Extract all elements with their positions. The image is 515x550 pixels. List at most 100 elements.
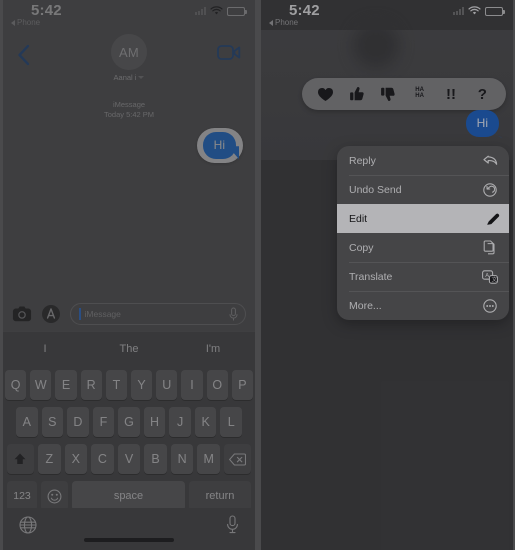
context-menu-label: Copy (349, 241, 374, 254)
exclamation-icon: !! (445, 85, 456, 103)
status-back-label: Phone (275, 18, 299, 27)
context-menu-label: More... (349, 299, 382, 312)
emoji-key[interactable] (41, 481, 68, 511)
key-i[interactable]: I (181, 370, 203, 400)
message-context-menu: Reply Undo Send Edit Copy Translate A 文 … (337, 146, 509, 320)
message-row: Hi (3, 120, 255, 164)
predictive-suggestion-1[interactable]: The (87, 343, 171, 355)
key-o[interactable]: O (206, 370, 228, 400)
key-k[interactable]: K (194, 407, 217, 437)
status-back-to-phone[interactable]: Phone (269, 18, 298, 27)
audio-waveform-icon[interactable] (229, 307, 238, 321)
status-indicators (453, 6, 505, 16)
tapback-exclamation[interactable]: !! (440, 83, 462, 105)
nav-bar-left: AM Aanal i (3, 30, 255, 94)
predictive-suggestion-2[interactable]: I'm (171, 343, 255, 355)
key-u[interactable]: U (156, 370, 178, 400)
microphone-icon[interactable] (226, 515, 239, 534)
keyboard-row-3: Z X C V B N M (5, 444, 253, 474)
status-bar-left: 5:42 Phone (3, 0, 255, 30)
context-menu-item-undo-send[interactable]: Undo Send (337, 175, 509, 204)
key-g[interactable]: G (118, 407, 140, 437)
key-n[interactable]: N (170, 444, 194, 474)
message-bubble[interactable]: Hi (465, 110, 503, 138)
key-p[interactable]: P (231, 370, 254, 400)
heart-icon (318, 87, 334, 101)
chevron-down-icon (138, 76, 145, 79)
tapback-haha[interactable]: HA HA (409, 83, 431, 105)
message-text: Hi (476, 116, 488, 130)
thread-meta: iMessage Today 5:42 PM (3, 100, 255, 120)
tapback-thumbs-up[interactable] (346, 83, 368, 105)
key-c[interactable]: C (91, 444, 114, 474)
app-store-icon[interactable] (41, 304, 61, 324)
shift-key[interactable] (6, 444, 34, 474)
thumbs-up-icon (350, 87, 364, 101)
pencil-icon (485, 211, 501, 227)
status-indicators (195, 6, 247, 16)
delete-key[interactable] (224, 444, 252, 474)
predictive-suggestion-0[interactable]: I (3, 343, 87, 355)
context-menu-item-copy[interactable]: Copy (337, 233, 509, 262)
facetime-button[interactable] (217, 44, 241, 66)
svg-text:文: 文 (492, 275, 498, 283)
tapback-question[interactable]: ? (471, 83, 493, 105)
predictive-text-bar: I The I'm (3, 331, 255, 365)
status-back-to-phone[interactable]: Phone (11, 18, 40, 27)
service-label: iMessage (112, 100, 146, 109)
translate-icon: A 文 (482, 269, 498, 285)
key-h[interactable]: H (143, 407, 166, 437)
context-menu-item-more[interactable]: More... (337, 291, 509, 320)
numbers-key[interactable]: 123 (7, 481, 37, 511)
undo-circle-icon (482, 182, 498, 198)
key-e[interactable]: E (55, 370, 77, 400)
context-menu-item-edit[interactable]: Edit (337, 204, 509, 233)
context-menu-item-reply[interactable]: Reply (337, 146, 509, 175)
message-thread: iMessage Today 5:42 PM Hi (3, 100, 255, 164)
key-q[interactable]: Q (4, 370, 27, 400)
avatar: AM (111, 34, 147, 70)
keyboard-row-2: A S D F G H J K L (5, 407, 253, 437)
space-key[interactable]: space (72, 481, 185, 511)
key-s[interactable]: S (41, 407, 64, 437)
return-key[interactable]: return (189, 481, 251, 511)
status-back-label: Phone (17, 18, 41, 27)
context-menu-label: Translate (349, 270, 393, 283)
bubble-tail-icon (228, 146, 240, 160)
shift-icon (14, 453, 26, 464)
context-menu-item-translate[interactable]: Translate A 文 (337, 262, 509, 291)
bubble-tail-icon (491, 124, 503, 138)
cellular-signal-icon (195, 7, 206, 15)
question-icon: ? (477, 85, 487, 103)
video-camera-icon (217, 45, 241, 60)
tapback-thumbs-down[interactable] (377, 83, 399, 105)
key-v[interactable]: V (117, 444, 141, 474)
message-input-field[interactable]: iMessage (70, 303, 246, 325)
key-d[interactable]: D (67, 407, 89, 437)
keyboard-row-4: 123 space return (5, 481, 253, 511)
key-l[interactable]: L (220, 407, 243, 437)
message-bubble[interactable]: Hi (202, 132, 240, 160)
key-t[interactable]: T (105, 370, 127, 400)
text-caret (79, 308, 81, 320)
key-x[interactable]: X (64, 444, 88, 474)
key-w[interactable]: W (30, 370, 52, 400)
contact-name-row: Aanal i (114, 73, 145, 82)
context-menu-label: Reply (349, 154, 376, 167)
camera-icon[interactable] (12, 304, 32, 324)
key-z[interactable]: Z (37, 444, 61, 474)
key-a[interactable]: A (15, 407, 38, 437)
key-f[interactable]: F (92, 407, 115, 437)
tapback-heart[interactable] (315, 83, 337, 105)
key-m[interactable]: M (197, 444, 221, 474)
key-j[interactable]: J (169, 407, 191, 437)
copy-pages-icon (482, 240, 498, 256)
key-y[interactable]: Y (131, 370, 153, 400)
globe-icon[interactable] (19, 516, 37, 534)
key-b[interactable]: B (144, 444, 167, 474)
key-r[interactable]: R (80, 370, 102, 400)
tapback-bar: HA HA !! ? (302, 78, 506, 110)
triangle-left-icon (269, 19, 273, 26)
status-time: 5:42 (31, 2, 62, 19)
battery-icon (227, 6, 247, 16)
